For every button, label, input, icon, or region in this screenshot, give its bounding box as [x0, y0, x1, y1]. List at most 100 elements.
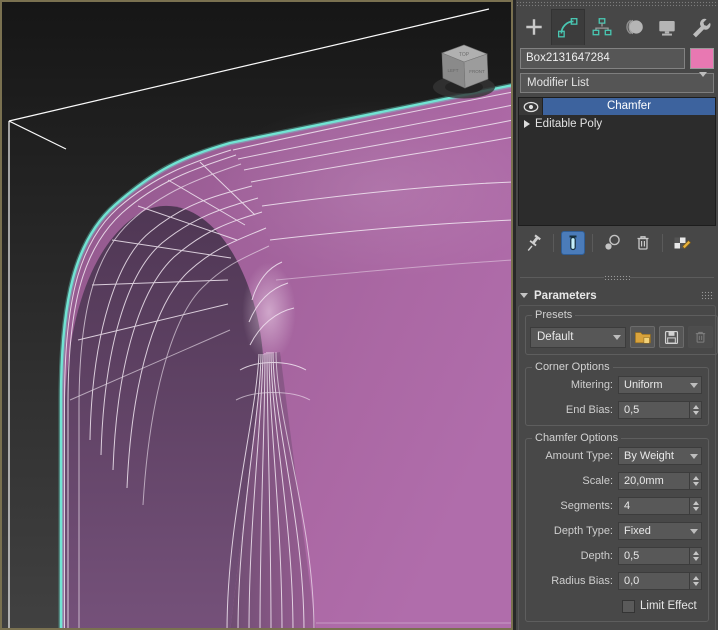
chamfer-options-group: Chamfer Options Amount Type: By Weight S… [525, 432, 709, 622]
panel-drag-handle[interactable] [516, 1, 718, 7]
presets-group-label: Presets [532, 309, 575, 321]
expand-arrow-icon[interactable] [524, 120, 530, 128]
depth-spinner[interactable]: 0,5 [618, 547, 702, 565]
end-bias-spinner[interactable]: 0,5 [618, 401, 702, 419]
tab-hierarchy[interactable] [585, 9, 618, 45]
folder-icon [634, 329, 652, 345]
spinner-arrows-icon[interactable] [689, 573, 701, 589]
make-unique-button[interactable] [600, 231, 624, 255]
utilities-wrench-icon [689, 16, 711, 38]
modifier-stack: Chamfer Editable Poly [518, 97, 716, 226]
hierarchy-icon [591, 16, 613, 38]
stack-row-chamfer[interactable]: Chamfer [519, 98, 715, 115]
modifier-list-label: Modifier List [527, 77, 589, 89]
test-tube-icon [565, 234, 581, 252]
tab-create[interactable] [518, 9, 551, 45]
depth-label: Depth: [530, 550, 618, 562]
rollout-separator[interactable] [520, 277, 714, 280]
radius-bias-row: Radius Bias: 0,0 [530, 572, 704, 590]
spinner-arrows-icon[interactable] [689, 402, 701, 418]
end-bias-value: 0,5 [619, 404, 689, 416]
remove-modifier-button[interactable] [631, 231, 655, 255]
segments-spinner[interactable]: 4 [618, 497, 702, 515]
load-preset-button[interactable] [630, 326, 655, 348]
depth-type-value: Fixed [619, 525, 687, 537]
modifier-list-dropdown[interactable]: Modifier List [520, 73, 714, 93]
chevron-down-icon [687, 383, 701, 388]
toolbar-separator [662, 234, 663, 252]
radius-bias-spinner[interactable]: 0,0 [618, 572, 702, 590]
motion-icon [623, 16, 645, 38]
depth-row: Depth: 0,5 [530, 547, 704, 565]
object-color-swatch[interactable] [690, 48, 714, 69]
delete-preset-button[interactable] [688, 326, 713, 348]
depth-type-label: Depth Type: [530, 525, 618, 537]
create-plus-icon [523, 16, 545, 38]
spinner-arrows-icon[interactable] [689, 548, 701, 564]
object-name-row: Box2131647284 [520, 48, 714, 69]
make-unique-icon [602, 233, 622, 253]
mitering-label: Mitering: [530, 379, 618, 391]
scale-spinner[interactable]: 20,0mm [618, 472, 702, 490]
spinner-arrows-icon[interactable] [689, 498, 701, 514]
configure-modifier-sets-button[interactable] [670, 231, 694, 255]
stack-item-label: Editable Poly [535, 118, 602, 130]
viewcube-left-label: LEFT [447, 68, 458, 73]
chevron-down-icon [609, 335, 625, 340]
depth-type-row: Depth Type: Fixed [530, 522, 704, 540]
modify-icon [557, 17, 579, 39]
perspective-viewport[interactable]: TOP LEFT FRONT [0, 0, 513, 630]
visibility-eye-icon[interactable] [519, 98, 543, 115]
amount-type-dropdown[interactable]: By Weight [618, 447, 702, 465]
depth-value: 0,5 [619, 550, 689, 562]
radius-bias-value: 0,0 [619, 575, 689, 587]
limit-effect-checkbox[interactable] [622, 600, 635, 613]
limit-effect-row: Limit Effect [622, 597, 704, 615]
command-panel: Box2131647284 Modifier List Chamfer [516, 0, 718, 630]
trash-icon-disabled [692, 329, 709, 346]
parameters-rollout-header[interactable]: Parameters [520, 288, 714, 303]
presets-group: Presets Default [525, 309, 718, 355]
chevron-down-icon [687, 529, 701, 534]
trash-icon [633, 233, 653, 253]
drag-knurl[interactable] [604, 275, 630, 280]
spinner-arrows-icon[interactable] [689, 473, 701, 489]
command-panel-tabs [518, 9, 716, 45]
configure-sets-icon [672, 233, 692, 253]
corner-options-label: Corner Options [532, 361, 613, 373]
toolbar-separator [592, 234, 593, 252]
radius-bias-label: Radius Bias: [530, 575, 618, 587]
stack-row-editable-poly[interactable]: Editable Poly [519, 115, 715, 132]
viewport-canvas[interactable]: TOP LEFT FRONT [0, 0, 513, 630]
save-preset-button[interactable] [659, 326, 684, 348]
tab-utilities[interactable] [683, 9, 716, 45]
chamfer-options-label: Chamfer Options [532, 432, 621, 444]
segments-label: Segments: [530, 500, 618, 512]
display-icon [656, 16, 678, 38]
stack-toolbar [522, 230, 714, 256]
scale-value: 20,0mm [619, 475, 689, 487]
rollout-grip-icon[interactable] [701, 291, 714, 300]
save-disk-icon [663, 329, 680, 346]
amount-type-value: By Weight [619, 450, 687, 462]
preset-value: Default [531, 331, 609, 343]
preset-dropdown[interactable]: Default [530, 327, 626, 348]
mitering-row: Mitering: Uniform [530, 376, 704, 394]
end-bias-label: End Bias: [530, 404, 618, 416]
3dsmax-window: TOP LEFT FRONT [0, 0, 718, 630]
toolbar-separator [553, 234, 554, 252]
pushpin-icon [524, 233, 544, 253]
object-name-input[interactable]: Box2131647284 [520, 48, 685, 69]
tab-display[interactable] [651, 9, 684, 45]
depth-type-dropdown[interactable]: Fixed [618, 522, 702, 540]
segments-row: Segments: 4 [530, 497, 704, 515]
tab-modify[interactable] [551, 9, 586, 45]
mitering-dropdown[interactable]: Uniform [618, 376, 702, 394]
rollout-title: Parameters [534, 290, 597, 302]
show-end-result-toggle[interactable] [561, 231, 585, 255]
chevron-down-icon [699, 77, 707, 89]
stack-item-label: Chamfer [543, 98, 715, 115]
limit-effect-label: Limit Effect [640, 600, 697, 612]
pin-stack-button[interactable] [522, 231, 546, 255]
tab-motion[interactable] [618, 9, 651, 45]
